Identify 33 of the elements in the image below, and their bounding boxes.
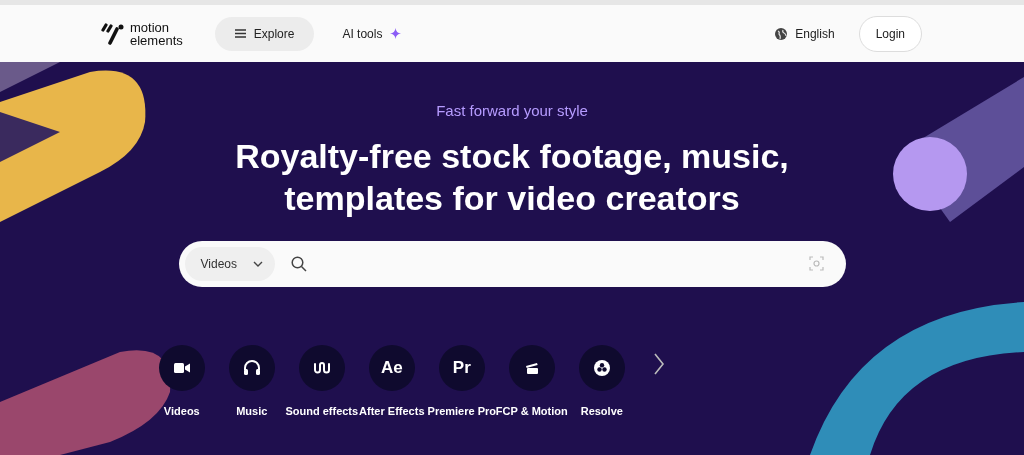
search-icon — [291, 255, 307, 272]
tagline: Fast forward your style — [436, 101, 588, 121]
video-camera-icon — [173, 361, 190, 374]
category-label[interactable]: Premiere Pro — [427, 402, 497, 419]
logo-text: elements — [130, 33, 183, 47]
login-button[interactable]: Login — [858, 15, 922, 52]
sparkle-icon — [390, 28, 402, 39]
waveform-icon — [312, 359, 331, 376]
headphones-icon — [242, 359, 261, 376]
color-wheels-icon — [593, 359, 610, 376]
category-label[interactable]: Sound effects — [285, 402, 359, 419]
category-label[interactable]: FCP & Motion — [495, 402, 568, 419]
search-field[interactable]: Videos — [178, 240, 846, 287]
category-label[interactable]: Videos — [163, 402, 200, 419]
globe-icon — [775, 27, 788, 40]
ai-tools-tab[interactable]: AI tools — [322, 16, 422, 51]
logo-text: motion — [130, 20, 171, 34]
menu-icon — [234, 29, 246, 38]
caret-icon — [253, 260, 263, 267]
headline: templates for video creators — [283, 177, 741, 219]
logo[interactable]: motion elements — [100, 20, 183, 47]
category-label[interactable]: Music — [236, 402, 268, 419]
language-selector[interactable]: English — [775, 24, 835, 43]
category-label[interactable]: Resolve — [580, 402, 623, 419]
explore-tab[interactable]: Explore — [214, 16, 315, 51]
headline: Royalty-free stock footage, music, — [235, 135, 789, 177]
category-dropdown[interactable]: Videos — [184, 246, 275, 281]
logo-mark-icon — [100, 22, 126, 45]
category-label[interactable]: After Effects — [359, 402, 425, 419]
category-button[interactable]: Pr — [438, 344, 485, 391]
category-button[interactable] — [158, 344, 205, 391]
clapperboard-icon — [524, 360, 539, 375]
category-button[interactable]: Ae — [368, 344, 415, 391]
